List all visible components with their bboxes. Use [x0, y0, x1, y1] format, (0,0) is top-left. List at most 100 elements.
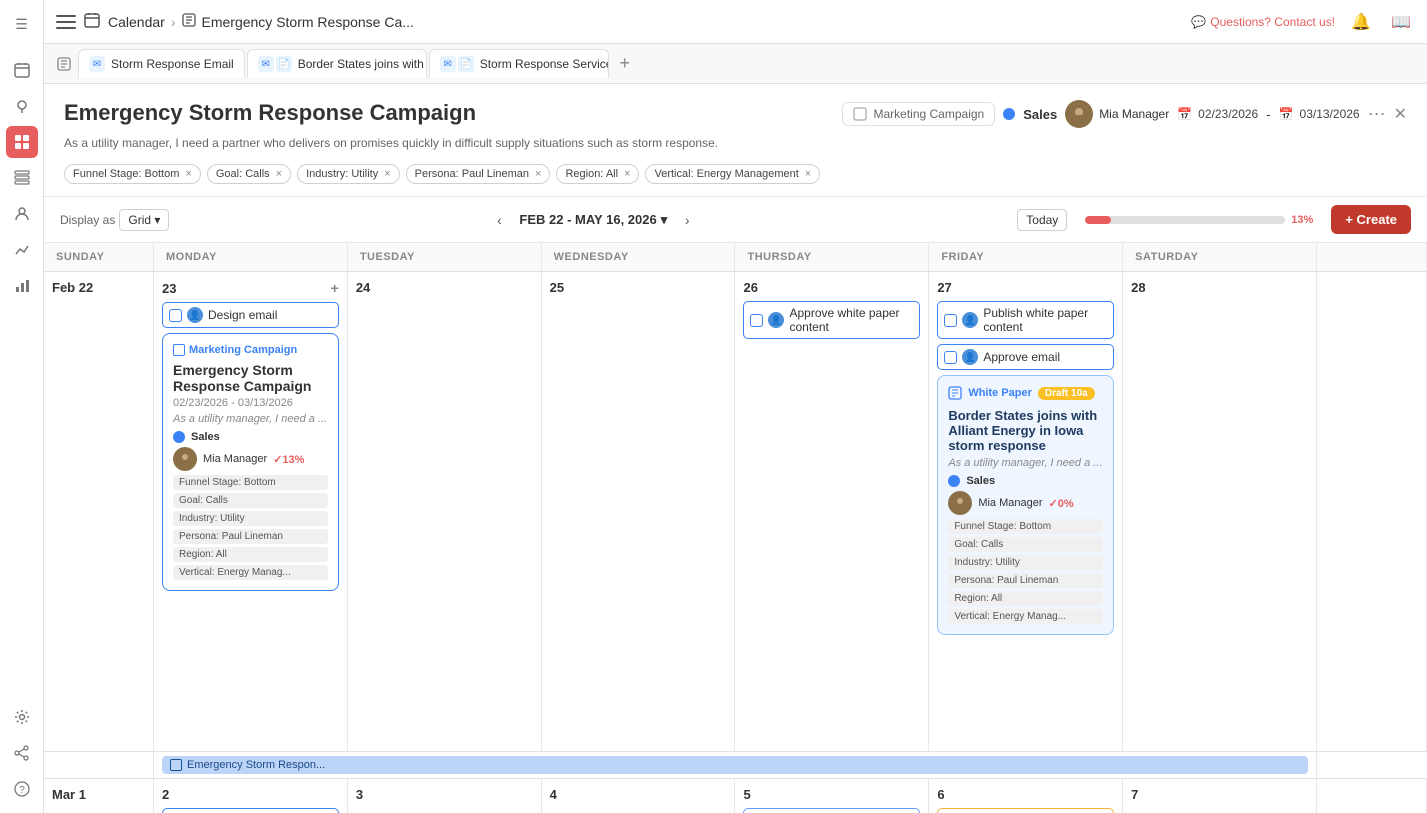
tab-doc-icons: ✉ 📄: [258, 56, 292, 72]
campaign-card-dates: 02/23/2026 - 03/13/2026: [173, 397, 328, 409]
sidebar-calendar-icon[interactable]: [6, 54, 38, 86]
wp-tag-2: Industry: Utility: [948, 555, 1103, 570]
tag-vertical[interactable]: Vertical: Energy Management ×: [645, 164, 820, 184]
tabs-bar: ✉ Storm Response Email ✉ 📄 Border States…: [44, 44, 1427, 84]
task-design-email[interactable]: 👤 Design email: [162, 302, 339, 328]
tag-funnel-label: Funnel Stage: Bottom: [73, 168, 179, 180]
add-event-mon[interactable]: +: [331, 280, 339, 296]
campaign-popup-card[interactable]: Marketing Campaign Emergency Storm Respo…: [162, 333, 339, 591]
team-dot: [1003, 108, 1015, 120]
sidebar-active-icon[interactable]: [6, 126, 38, 158]
task-checkbox-approve-email[interactable]: [944, 351, 957, 364]
sidebar-map-icon[interactable]: [6, 90, 38, 122]
tab-storm-response-email[interactable]: ✉ Storm Response Email: [78, 49, 245, 78]
sidebar-bar-icon[interactable]: [6, 270, 38, 302]
task-approve-wp[interactable]: 👤 Approve white paper content: [743, 301, 920, 339]
tag-funnel-close[interactable]: ×: [185, 168, 191, 180]
add-tab-button[interactable]: +: [611, 50, 639, 78]
sidebar-hamburger[interactable]: ☰: [6, 8, 38, 40]
day-num-mar3: 3: [356, 787, 533, 802]
day-thu26: 26 👤 Approve white paper content: [735, 272, 929, 751]
tab-service-icons: ✉ 📄: [440, 56, 474, 72]
tab-email-icon2: ✉: [258, 56, 274, 72]
task-design-label: Design email: [208, 308, 277, 322]
sidebar-question-icon[interactable]: ?: [6, 773, 38, 805]
sidebar-share-icon[interactable]: [6, 737, 38, 769]
wp-progress: ✓0%: [1049, 497, 1074, 510]
next-period-button[interactable]: ›: [675, 208, 699, 232]
day-wed25: 25: [542, 272, 736, 751]
task-publish-wp[interactable]: 👤 Publish white paper content: [937, 301, 1114, 339]
task-checkbox-approve-wp[interactable]: [750, 314, 763, 327]
breadcrumb-calendar[interactable]: Calendar: [108, 14, 165, 30]
sidebar-settings-icon[interactable]: [6, 701, 38, 733]
task-approve-email-label: Approve email: [983, 350, 1060, 364]
close-button[interactable]: ✕: [1394, 104, 1407, 124]
day-num-mar6: 6: [937, 787, 1114, 802]
manager-section: Mia Manager: [1065, 100, 1169, 128]
whitepaper-card[interactable]: White Paper Draft 10a Border States join…: [937, 375, 1114, 635]
task-send-email[interactable]: 👤 Send email: [162, 808, 339, 813]
breadcrumb-campaign[interactable]: Emergency Storm Response Ca...: [202, 14, 414, 30]
header-monday: MONDAY: [154, 243, 348, 271]
wp-card-desc: As a utility manager, I need a ...: [948, 457, 1103, 469]
tab-service-label: Storm Response Service W...: [480, 57, 609, 71]
tag-industry-close[interactable]: ×: [384, 168, 390, 180]
questions-button[interactable]: 💬 Questions? Contact us!: [1191, 15, 1335, 29]
task-approve-email[interactable]: 👤 Approve email: [937, 344, 1114, 370]
sidebar-chart-icon[interactable]: [6, 234, 38, 266]
tag-region[interactable]: Region: All ×: [556, 164, 639, 184]
day-mar3: 3: [348, 779, 542, 813]
tag-persona-close[interactable]: ×: [535, 168, 541, 180]
header-thursday: THURSDAY: [735, 243, 929, 271]
today-button[interactable]: Today: [1017, 209, 1067, 231]
create-button[interactable]: + Create: [1331, 205, 1411, 234]
tag-persona-label: Persona: Paul Lineman: [415, 168, 529, 180]
end-date-section: 📅 03/13/2026: [1279, 107, 1360, 121]
sidebar-grid-icon[interactable]: [6, 162, 38, 194]
day-extra: [1317, 272, 1427, 751]
tag-industry[interactable]: Industry: Utility ×: [297, 164, 400, 184]
week1-row: Feb 22 23 + 👤 Design email: [44, 272, 1427, 752]
tab-email-icon: ✉: [89, 56, 105, 72]
date-range-display[interactable]: FEB 22 - MAY 16, 2026 ▾: [519, 212, 667, 228]
span-row: Emergency Storm Respon...: [44, 752, 1427, 779]
task-avatar-design: 👤: [187, 307, 203, 323]
calendar-tab-icon[interactable]: [52, 52, 76, 76]
book-icon[interactable]: 📖: [1387, 8, 1415, 36]
tags-row: Funnel Stage: Bottom × Goal: Calls × Ind…: [64, 164, 1407, 184]
tag-vertical-close[interactable]: ×: [805, 168, 811, 180]
prev-period-button[interactable]: ‹: [487, 208, 511, 232]
card-tag-5: Vertical: Energy Manag...: [173, 565, 328, 580]
task-mar6-partial[interactable]: ⏱ 10:05a: [937, 808, 1114, 813]
hamburger-menu[interactable]: [56, 12, 76, 32]
week2-row: Mar 1 2 👤 Send email: [44, 779, 1427, 813]
day-feb22: Feb 22: [44, 272, 154, 751]
card-progress: ✓13%: [273, 453, 304, 466]
tag-persona[interactable]: Persona: Paul Lineman ×: [406, 164, 551, 184]
tag-goal[interactable]: Goal: Calls ×: [207, 164, 291, 184]
tab-border-states[interactable]: ✉ 📄 Border States joins with Alli...: [247, 49, 427, 78]
task-checkbox-publish[interactable]: [944, 314, 957, 327]
breadcrumb-icon: [182, 13, 196, 30]
card-tag-0: Funnel Stage: Bottom: [173, 475, 328, 490]
grid-selector[interactable]: Grid ▾: [119, 209, 169, 231]
card-team-dot: [173, 431, 185, 443]
header-friday: FRIDAY: [929, 243, 1123, 271]
calendar-header-row: SUNDAY MONDAY TUESDAY WEDNESDAY THURSDAY…: [44, 243, 1427, 272]
tag-funnel[interactable]: Funnel Stage: Bottom ×: [64, 164, 201, 184]
task-checkbox-design[interactable]: [169, 309, 182, 322]
tag-vertical-label: Vertical: Energy Management: [654, 168, 798, 180]
span-event-bar[interactable]: Emergency Storm Respon...: [162, 756, 1308, 774]
day-num-25: 25: [550, 280, 727, 295]
day-num-23: 23 +: [162, 280, 339, 296]
day-num-feb22: Feb 22: [52, 280, 145, 295]
task-mar5-partial[interactable]: 👤 B...: [743, 808, 920, 813]
tag-goal-close[interactable]: ×: [276, 168, 282, 180]
tab-storm-service[interactable]: ✉ 📄 Storm Response Service W...: [429, 49, 609, 78]
sidebar-person-icon[interactable]: [6, 198, 38, 230]
campaign-header: Emergency Storm Response Campaign As a u…: [44, 84, 1427, 197]
notification-bell[interactable]: 🔔: [1347, 8, 1375, 36]
tag-region-close[interactable]: ×: [624, 168, 630, 180]
more-options-button[interactable]: ⋯: [1368, 104, 1386, 125]
